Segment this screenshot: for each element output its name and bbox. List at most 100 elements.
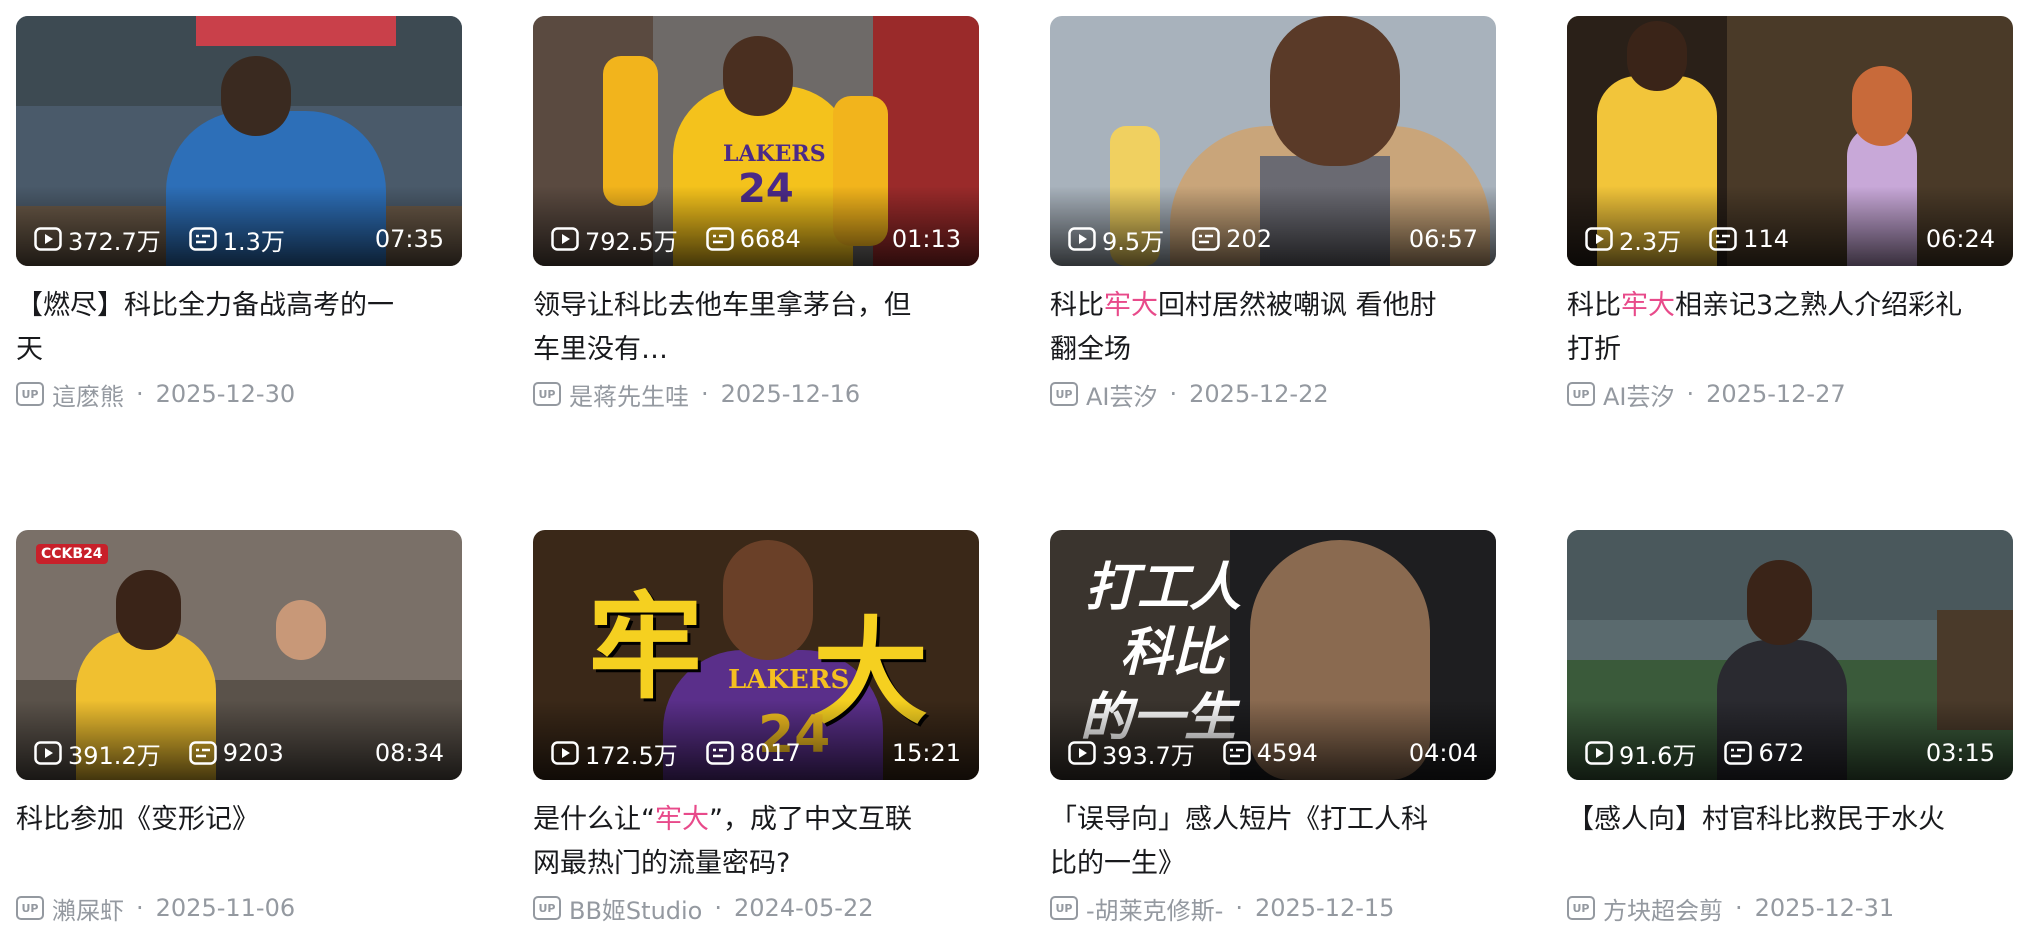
play-count-value: 391.2万: [68, 741, 161, 770]
thumb-big-text-left: 牢: [588, 581, 704, 715]
video-duration: 15:21: [891, 739, 961, 767]
video-thumbnail[interactable]: CCKB24 391.2万 9203 08:34: [16, 530, 462, 780]
title-text: 【感人向】村官科比救民于水火: [1567, 804, 1945, 835]
separator-dot: ·: [1235, 894, 1243, 922]
play-count: 2.3万: [1585, 222, 1681, 257]
up-icon: UP: [1567, 382, 1595, 406]
danmaku-count: 6684: [705, 225, 801, 253]
video-title[interactable]: 科比牢大回村居然被嘲讽 看他肘翻全场: [1050, 284, 1450, 372]
author-name[interactable]: 方块超会剪: [1603, 891, 1723, 926]
title-text: 科比: [1567, 290, 1621, 321]
play-count-icon: [1068, 227, 1096, 251]
video-thumbnail[interactable]: 372.7万 1.3万 07:35: [16, 16, 462, 266]
video-card[interactable]: 2.3万 114 06:24 科比牢大相亲记3之熟人介绍彩礼打折 UP AI芸汐 · 2025…: [1567, 16, 2013, 414]
up-icon: UP: [1050, 896, 1078, 920]
play-count: 91.6万: [1585, 736, 1696, 771]
danmaku-count-value: 4594: [1256, 739, 1318, 767]
video-thumbnail[interactable]: 打工人科比的一生393.7万459404:04: [1050, 530, 1496, 780]
video-card[interactable]: 91.6万 672 03:15 【感人向】村官科比救民于水火 UP 方块超会剪 · 2025-…: [1567, 530, 2013, 928]
up-icon: UP: [1567, 896, 1595, 920]
video-stats-bar: 391.2万 9203 08:34: [34, 738, 444, 770]
danmaku-count-icon: [705, 741, 734, 765]
video-thumbnail[interactable]: 牢大LAKERS24172.5万801715:21: [533, 530, 979, 780]
video-duration: 08:34: [374, 739, 444, 767]
title-text: 领导让科比去他车里拿茅台，但车里没有…: [533, 290, 911, 365]
author-name[interactable]: 瀨屎虾: [52, 891, 124, 926]
danmaku-count: 8017: [705, 739, 801, 767]
video-meta: UP AI芸汐 · 2025-12-27: [1567, 374, 2013, 414]
danmaku-count-icon: [1709, 227, 1737, 251]
publish-date: 2025-12-22: [1189, 380, 1329, 408]
danmaku-count-icon: [705, 227, 734, 251]
video-card[interactable]: CCKB24 391.2万 9203 08:34 科比参加《变形记》 UP 瀨屎虾 · 2025…: [16, 530, 462, 928]
danmaku-count-value: 202: [1226, 225, 1272, 253]
danmaku-count-icon: [1222, 741, 1251, 765]
video-thumbnail[interactable]: LAKERS24792.5万668401:13: [533, 16, 979, 266]
author-name[interactable]: 是蒋先生哇: [569, 377, 689, 412]
video-thumbnail[interactable]: 91.6万 672 03:15: [1567, 530, 2013, 780]
video-duration: 06:24: [1925, 225, 1995, 253]
play-count: 9.5万: [1068, 222, 1164, 257]
author-name[interactable]: BB姬Studio: [569, 891, 702, 926]
danmaku-count: 9203: [188, 739, 284, 767]
play-count: 172.5万: [551, 736, 678, 771]
video-duration: 06:57: [1408, 225, 1478, 253]
danmaku-count-value: 6684: [739, 225, 801, 253]
video-thumbnail[interactable]: 9.5万 202 06:57: [1050, 16, 1496, 266]
danmaku-count-icon: [1192, 227, 1220, 251]
danmaku-count: 4594: [1222, 739, 1318, 767]
author-name[interactable]: AI芸汐: [1603, 377, 1675, 412]
video-title[interactable]: 科比牢大相亲记3之熟人介绍彩礼打折: [1567, 284, 1967, 372]
play-count-icon: [34, 227, 62, 251]
video-stats-bar: 172.5万 8017 15:21: [551, 736, 961, 771]
up-icon: UP: [533, 896, 561, 920]
video-duration: 03:15: [1925, 739, 1995, 767]
video-title[interactable]: 是什么让“牢大”，成了中文互联网最热门的流量密码?: [533, 798, 933, 886]
video-stats-bar: 372.7万 1.3万 07:35: [34, 224, 444, 256]
video-stats-bar: 91.6万 672 03:15: [1585, 736, 1995, 771]
play-count-icon: [1585, 741, 1613, 765]
danmaku-count: 202: [1192, 225, 1272, 253]
author-name[interactable]: AI芸汐: [1086, 377, 1158, 412]
separator-dot: ·: [1686, 380, 1695, 408]
publish-date: 2025-12-27: [1706, 380, 1846, 408]
danmaku-count-value: 672: [1758, 739, 1805, 767]
play-count-icon: [34, 741, 62, 765]
separator-dot: ·: [136, 894, 144, 922]
video-card[interactable]: 牢大LAKERS24172.5万801715:21是什么让“牢大”，成了中文互联…: [533, 530, 979, 928]
up-icon: UP: [16, 382, 44, 406]
separator-dot: ·: [1735, 894, 1743, 922]
video-meta: UP 瀨屎虾 · 2025-11-06: [16, 888, 462, 928]
video-card[interactable]: LAKERS24792.5万668401:13 领导让科比去他车里拿茅台，但车里没…: [533, 16, 979, 414]
up-icon: UP: [16, 896, 44, 920]
title-keyword-highlight: 牢大: [1104, 290, 1158, 321]
jersey-text: LAKERS: [728, 665, 850, 695]
title-text: 科比参加《变形记》: [16, 804, 259, 835]
publish-date: 2025-11-06: [155, 894, 296, 922]
title-keyword-highlight: 牢大: [1621, 290, 1675, 321]
play-count-icon: [1585, 227, 1613, 251]
video-thumbnail[interactable]: 2.3万 114 06:24: [1567, 16, 2013, 266]
video-title[interactable]: 【燃尽】科比全力备战高考的一天: [16, 284, 416, 372]
video-title[interactable]: 科比参加《变形记》: [16, 798, 416, 886]
author-name[interactable]: -胡莱克修斯-: [1086, 891, 1223, 926]
video-meta: UP BB姬Studio · 2024-05-22: [533, 888, 979, 928]
video-card[interactable]: 打工人科比的一生393.7万459404:04 「误导向」感人短片《打工人科比的一…: [1050, 530, 1496, 928]
thumb-text-line2: 科比: [1120, 623, 1225, 683]
publish-date: 2024-05-22: [734, 894, 874, 922]
video-card[interactable]: 372.7万 1.3万 07:35 【燃尽】科比全力备战高考的一天 UP 這麽熊 · 2025…: [16, 16, 462, 414]
play-count-value: 91.6万: [1619, 741, 1697, 770]
video-title[interactable]: 领导让科比去他车里拿茅台，但车里没有…: [533, 284, 933, 372]
up-icon: UP: [1050, 382, 1078, 406]
video-card[interactable]: 9.5万 202 06:57 科比牢大回村居然被嘲讽 看他肘翻全场 UP AI芸汐 · 202…: [1050, 16, 1496, 414]
video-stats-bar: 9.5万 202 06:57: [1068, 222, 1478, 257]
separator-dot: ·: [1169, 380, 1178, 408]
video-title[interactable]: 【感人向】村官科比救民于水火: [1567, 798, 1967, 886]
video-meta: UP AI芸汐 · 2025-12-22: [1050, 374, 1496, 414]
author-name[interactable]: 這麽熊: [52, 377, 124, 412]
danmaku-count: 672: [1724, 739, 1804, 767]
video-duration: 07:35: [374, 225, 444, 253]
play-count-value: 372.7万: [68, 227, 161, 256]
danmaku-count-value: 8017: [739, 739, 801, 767]
video-title[interactable]: 「误导向」感人短片《打工人科比的一生》: [1050, 798, 1450, 886]
